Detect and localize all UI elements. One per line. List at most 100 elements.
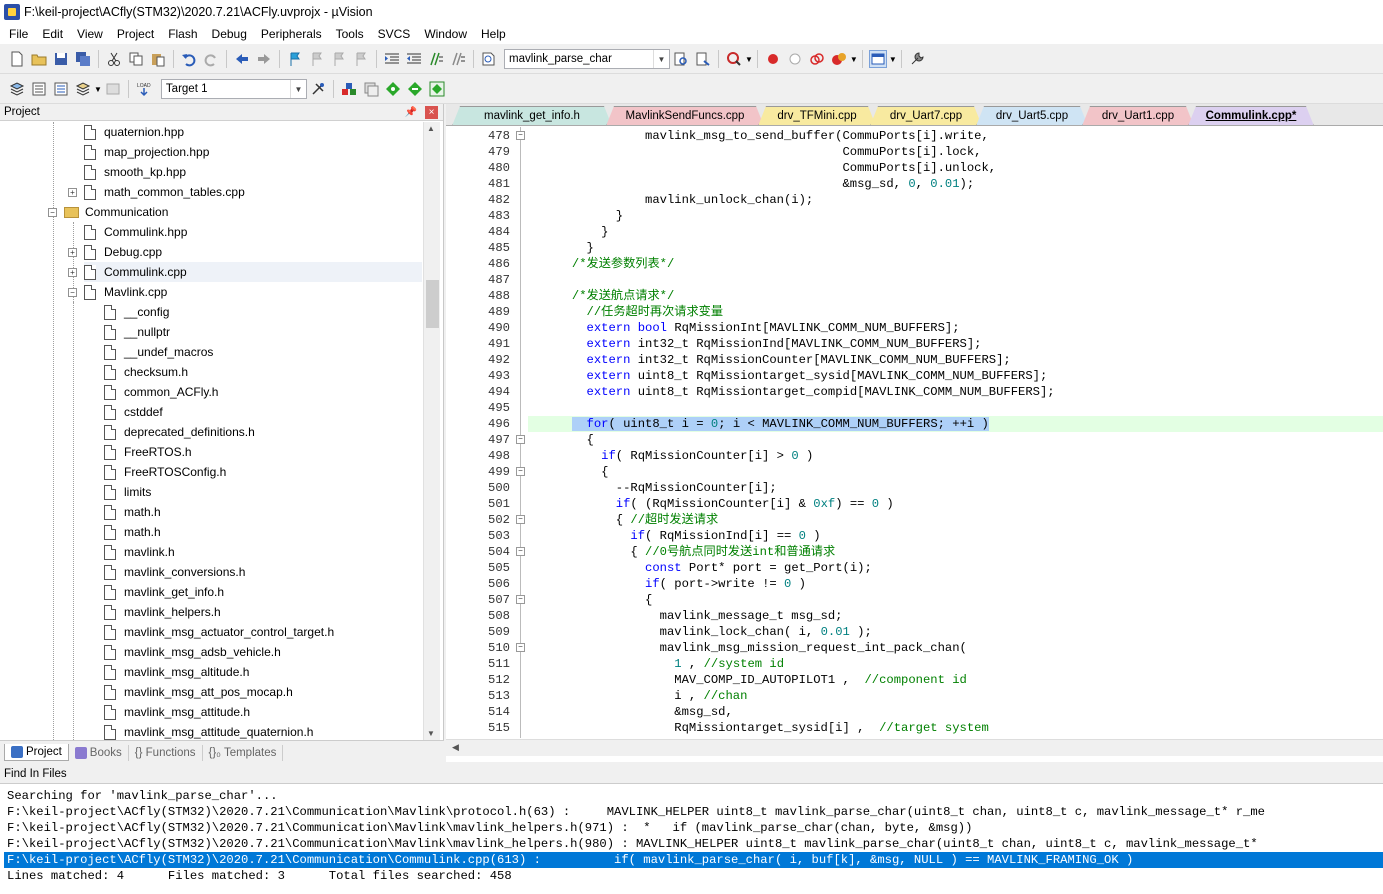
chevron-down-icon[interactable]: ▼ <box>745 55 753 64</box>
editor-tab-1[interactable]: MavlinkSendFuncs.cpp <box>606 106 764 126</box>
tree-file[interactable]: quaternion.hpp <box>84 122 184 142</box>
breakpoint-icon[interactable] <box>765 51 781 67</box>
tree-file[interactable]: FreeRTOS.h <box>104 442 192 462</box>
scroll-left-icon[interactable]: ◀ <box>452 742 459 753</box>
redo-icon[interactable] <box>203 51 219 67</box>
incremental-find-icon[interactable] <box>695 51 711 67</box>
menu-file[interactable]: File <box>2 24 35 44</box>
panel-tab-2[interactable]: {} Functions <box>129 744 203 761</box>
rebuild-icon[interactable] <box>53 81 69 97</box>
disable-all-breakpoints-icon[interactable] <box>809 51 825 67</box>
chevron-down-icon[interactable]: ▼ <box>653 50 669 68</box>
stop-build-icon[interactable] <box>105 81 121 97</box>
code-line[interactable]: 505 const Port* port = get_Port(i); <box>446 560 1383 576</box>
unindent-icon[interactable] <box>406 51 422 67</box>
menu-svcs[interactable]: SVCS <box>371 24 418 44</box>
code-line[interactable]: 498 if( RqMissionCounter[i] > 0 ) <box>446 448 1383 464</box>
editor-horizontal-scrollbar[interactable]: ◀ <box>446 739 1383 756</box>
code-line[interactable]: 496 for( uint8_t i = 0; i < MAVLINK_COMM… <box>488 416 1383 432</box>
manage-components-icon[interactable] <box>341 81 357 97</box>
find-result-line[interactable]: F:\keil-project\ACfly(STM32)\2020.7.21\C… <box>4 820 1383 836</box>
tree-file[interactable]: common_ACFly.h <box>104 382 218 402</box>
editor-tab-0[interactable]: mavlink_get_info.h <box>452 106 612 126</box>
tree-file[interactable]: Mavlink.cpp <box>84 282 167 302</box>
scroll-up-icon[interactable]: ▲ <box>427 124 435 133</box>
code-line[interactable]: 494 extern uint8_t RqMissiontarget_compi… <box>446 384 1383 400</box>
close-icon[interactable]: × <box>425 106 438 119</box>
code-line[interactable]: 484 } <box>446 224 1383 240</box>
kill-breakpoints-icon[interactable] <box>831 51 847 67</box>
expand-icon[interactable]: + <box>68 268 77 277</box>
comment-icon[interactable] <box>428 51 444 67</box>
save-icon[interactable] <box>53 51 69 67</box>
save-all-icon[interactable] <box>75 51 91 67</box>
navigate-forward-icon[interactable] <box>256 51 272 67</box>
code-line[interactable]: 512 MAV_COMP_ID_AUTOPILOT1 , //component… <box>446 672 1383 688</box>
menu-debug[interactable]: Debug <box>205 24 254 44</box>
editor-tab-6[interactable]: Commulink.cpp* <box>1188 106 1314 126</box>
window-layout-icon[interactable] <box>868 50 887 68</box>
tree-file[interactable]: math.h <box>104 502 161 522</box>
code-line[interactable]: 490 extern bool RqMissionInt[MAVLINK_COM… <box>446 320 1383 336</box>
tree-file[interactable]: checksum.h <box>104 362 188 382</box>
code-line[interactable]: 488 /*发送航点请求*/ <box>446 288 1383 304</box>
batch-build-icon[interactable] <box>75 81 91 97</box>
tree-file[interactable]: __config <box>104 302 169 322</box>
undo-icon[interactable] <box>181 51 197 67</box>
code-line[interactable]: 510− mavlink_msg_mission_request_int_pac… <box>446 640 1383 656</box>
tree-scrollbar[interactable]: ▲ ▼ <box>423 122 440 740</box>
find-result-line[interactable]: F:\keil-project\ACfly(STM32)\2020.7.21\C… <box>4 852 1383 868</box>
fold-icon[interactable]: − <box>516 643 525 652</box>
new-file-icon[interactable] <box>9 51 25 67</box>
panel-tab-0[interactable]: Project <box>4 744 69 761</box>
fold-icon[interactable]: − <box>516 547 525 556</box>
chevron-down-icon[interactable]: ▼ <box>889 55 897 64</box>
panel-tab-1[interactable]: Books <box>69 744 129 761</box>
code-line[interactable]: 478− mavlink_msg_to_send_buffer(CommuPor… <box>446 128 1383 144</box>
panel-tab-3[interactable]: {}₀ Templates <box>203 744 284 761</box>
code-line[interactable]: 514 &msg_sd, <box>446 704 1383 720</box>
indent-icon[interactable] <box>384 51 400 67</box>
code-area[interactable]: 478− mavlink_msg_to_send_buffer(CommuPor… <box>446 127 1383 738</box>
next-bookmark-icon[interactable] <box>331 51 347 67</box>
code-line[interactable]: 495 <box>446 400 1383 416</box>
select-software-packs-icon[interactable] <box>429 81 445 97</box>
build-icon[interactable] <box>31 81 47 97</box>
find-in-files-icon[interactable] <box>481 51 497 67</box>
code-line[interactable]: 504− { //0号航点同时发送int和普通请求 <box>446 544 1383 560</box>
collapse-icon[interactable]: − <box>68 288 77 297</box>
menu-window[interactable]: Window <box>417 24 474 44</box>
code-line[interactable]: 493 extern uint8_t RqMissiontarget_sysid… <box>446 368 1383 384</box>
target-combo[interactable]: Target 1 ▼ <box>160 79 307 99</box>
code-line[interactable]: 506 if( port->write != 0 ) <box>446 576 1383 592</box>
fold-icon[interactable]: − <box>516 131 525 140</box>
tree-file[interactable]: Commulink.hpp <box>84 222 187 242</box>
code-line[interactable]: 513 i , //chan <box>446 688 1383 704</box>
debug-zoom-icon[interactable] <box>726 51 742 67</box>
scrollbar-thumb[interactable] <box>426 280 439 328</box>
tree-file[interactable]: mavlink_msg_actuator_control_target.h <box>104 622 334 642</box>
menu-flash[interactable]: Flash <box>161 24 204 44</box>
code-line[interactable]: 486 /*发送参数列表*/ <box>446 256 1383 272</box>
tree-file[interactable]: __nullptr <box>104 322 170 342</box>
menu-tools[interactable]: Tools <box>329 24 371 44</box>
open-folder-icon[interactable] <box>31 51 47 67</box>
code-line[interactable]: 481 &msg_sd, 0, 0.01); <box>446 176 1383 192</box>
fold-icon[interactable]: − <box>516 515 525 524</box>
code-line[interactable]: 499− { <box>446 464 1383 480</box>
breakpoint-disabled-icon[interactable] <box>787 51 803 67</box>
paste-icon[interactable] <box>150 51 166 67</box>
prev-bookmark-icon[interactable] <box>309 51 325 67</box>
tree-file[interactable]: mavlink_helpers.h <box>104 602 221 622</box>
find-results[interactable]: Searching for 'mavlink_parse_char'... F:\… <box>4 788 1383 894</box>
editor-tab-3[interactable]: drv_Uart7.cpp <box>870 106 982 126</box>
tree-file[interactable]: mavlink_msg_att_pos_mocap.h <box>104 682 293 702</box>
fold-icon[interactable]: − <box>516 467 525 476</box>
navigate-back-icon[interactable] <box>234 51 250 67</box>
code-line[interactable]: 507− { <box>446 592 1383 608</box>
tree-file[interactable]: deprecated_definitions.h <box>104 422 255 442</box>
find-combo[interactable]: mavlink_parse_char ▼ <box>504 49 670 69</box>
tree-file[interactable]: mavlink_msg_altitude.h <box>104 662 249 682</box>
menu-project[interactable]: Project <box>110 24 161 44</box>
fold-icon[interactable]: − <box>516 435 525 444</box>
